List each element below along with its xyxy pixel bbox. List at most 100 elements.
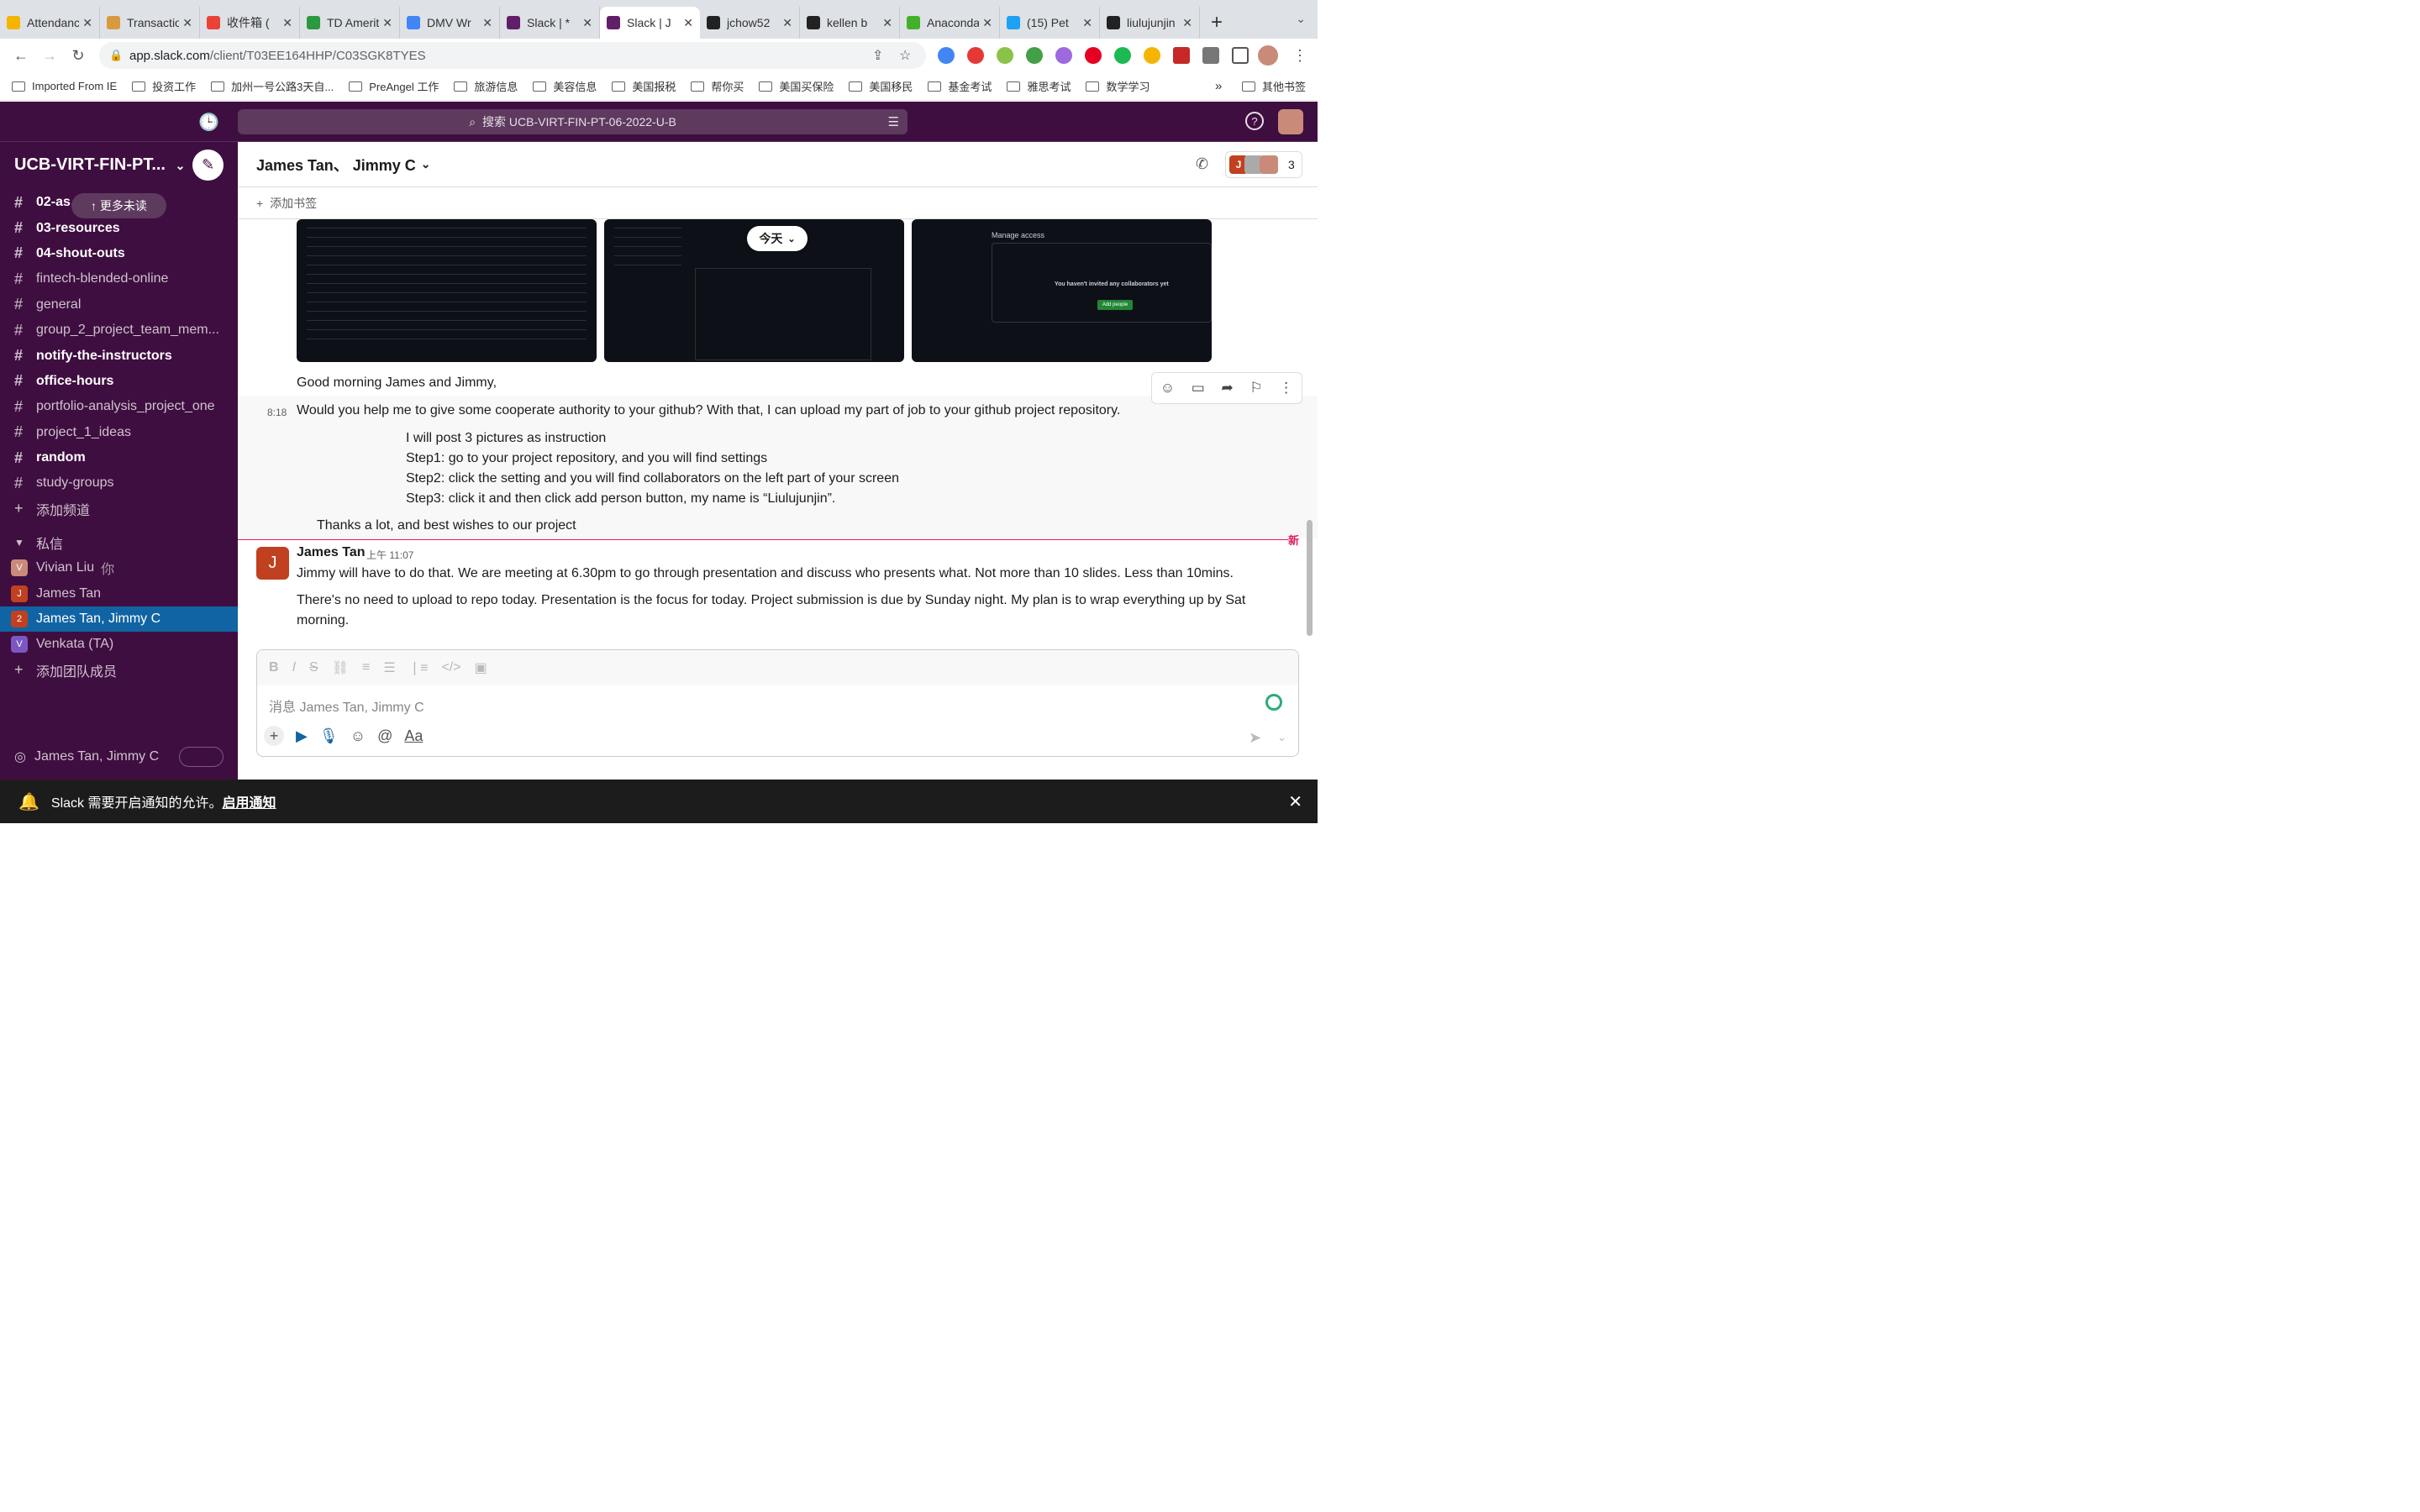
- forward-icon[interactable]: →: [35, 47, 64, 65]
- sidepanel-icon[interactable]: [1232, 47, 1249, 64]
- close-tab-icon[interactable]: ✕: [482, 16, 492, 30]
- bookmark-item[interactable]: 美国报税: [612, 78, 676, 94]
- formatting-icon[interactable]: Aa: [404, 727, 423, 745]
- add-member-button[interactable]: + 添加团队成员: [0, 658, 238, 683]
- extension-icon[interactable]: [1055, 47, 1072, 64]
- filter-icon[interactable]: ☰: [888, 114, 899, 129]
- more-unread-button[interactable]: ↑ 更多未读: [71, 193, 166, 218]
- bookmark-item[interactable]: Imported From IE: [12, 80, 117, 92]
- add-channel-button[interactable]: + 添加频道: [0, 496, 238, 522]
- close-tab-icon[interactable]: ✕: [182, 16, 192, 30]
- browser-tab[interactable]: Slack | J ✕: [600, 7, 700, 39]
- channel-item[interactable]: # general: [0, 292, 238, 318]
- mention-icon[interactable]: @: [377, 727, 392, 745]
- browser-tab[interactable]: TD Ameritrade✕: [300, 7, 400, 39]
- puzzle-icon[interactable]: [1202, 47, 1219, 64]
- phone-icon[interactable]: ✆: [1196, 155, 1208, 173]
- microphone-icon[interactable]: 🎙: [319, 727, 339, 745]
- browser-tab[interactable]: kellen b ✕: [800, 7, 900, 39]
- channel-item[interactable]: # portfolio-analysis_project_one: [0, 394, 238, 419]
- add-bookmark-button[interactable]: + 添加书签: [256, 195, 317, 212]
- send-icon[interactable]: ➤: [1249, 729, 1261, 747]
- message-author[interactable]: James Tan: [297, 545, 366, 560]
- share-message-icon[interactable]: ➦: [1221, 380, 1233, 396]
- dm-section-header[interactable]: ▼ 私信: [0, 530, 238, 555]
- extension-icon[interactable]: [1026, 47, 1043, 64]
- screenshot-image-1[interactable]: [297, 219, 597, 362]
- huddle-toggle[interactable]: [179, 747, 224, 767]
- grammarly-icon[interactable]: [1114, 47, 1131, 64]
- help-icon[interactable]: ?: [1245, 112, 1264, 130]
- add-reaction-icon[interactable]: ☺: [1160, 380, 1175, 396]
- strikethrough-icon[interactable]: S: [309, 660, 318, 675]
- history-icon[interactable]: 🕒: [198, 112, 219, 133]
- bookmark-item[interactable]: 帮你买: [691, 78, 744, 94]
- browser-tab[interactable]: DMV Wr ✕: [400, 7, 500, 39]
- close-tab-icon[interactable]: ✕: [582, 16, 592, 30]
- bookmark-item[interactable]: 美国买保险: [759, 78, 834, 94]
- new-tab-button[interactable]: +: [1200, 7, 1234, 39]
- bookmark-item[interactable]: 加州一号公路3天自...: [211, 78, 334, 94]
- bullet-list-icon[interactable]: ☰: [383, 659, 395, 676]
- dm-item[interactable]: V Venkata (TA): [0, 632, 238, 657]
- bookmark-item[interactable]: 数学学习: [1086, 78, 1150, 94]
- blockquote-icon[interactable]: ❘≡: [409, 659, 429, 676]
- bookmark-item[interactable]: 投资工作: [132, 78, 196, 94]
- close-tab-icon[interactable]: ✕: [982, 16, 992, 30]
- date-divider-today[interactable]: 今天 ⌄: [747, 226, 808, 251]
- more-actions-icon[interactable]: ⋮: [1279, 380, 1293, 396]
- browser-tab[interactable]: 收件箱 (✕: [200, 7, 300, 39]
- bookmark-item[interactable]: 美容信息: [533, 78, 597, 94]
- bold-icon[interactable]: B: [269, 660, 279, 675]
- message-timestamp[interactable]: 上午 11:07: [366, 548, 413, 562]
- browser-tab[interactable]: liulujunjin ✕: [1100, 7, 1200, 39]
- video-clip-icon[interactable]: ▶: [296, 727, 308, 745]
- close-icon[interactable]: ✕: [1288, 791, 1302, 812]
- message-timestamp[interactable]: 8:18: [267, 407, 287, 418]
- bookmarks-more[interactable]: »: [1215, 79, 1222, 93]
- bookmark-item[interactable]: 旅游信息: [454, 78, 518, 94]
- code-block-icon[interactable]: ▣: [475, 659, 487, 676]
- user-avatar[interactable]: [1278, 109, 1303, 134]
- code-icon[interactable]: </>: [441, 660, 460, 675]
- browser-tab[interactable]: Transaction✕: [100, 7, 200, 39]
- close-tab-icon[interactable]: ✕: [782, 16, 792, 30]
- bookmark-item[interactable]: 基金考试: [928, 78, 992, 94]
- link-icon[interactable]: ⛓: [332, 659, 349, 676]
- search-input[interactable]: ⌕ 搜索 UCB-VIRT-FIN-PT-06-2022-U-B ☰: [238, 109, 908, 134]
- extension-icon[interactable]: [1144, 47, 1160, 64]
- address-bar[interactable]: 🔒 app.slack.com/client/T03EE164HHP/C03SG…: [99, 42, 926, 69]
- bookmark-item[interactable]: 美国移民: [849, 78, 913, 94]
- share-icon[interactable]: ⇪: [872, 47, 883, 64]
- channel-item[interactable]: # notify-the-instructors: [0, 343, 238, 368]
- browser-tab[interactable]: Slack | * ✕: [500, 7, 600, 39]
- channel-item[interactable]: # project_1_ideas: [0, 420, 238, 445]
- enable-notifications-link[interactable]: 启用通知: [222, 791, 276, 811]
- pinterest-icon[interactable]: [1085, 47, 1102, 64]
- plus-icon[interactable]: +: [264, 726, 284, 746]
- browser-tab[interactable]: Attendance✕: [0, 7, 100, 39]
- channel-item[interactable]: #03-resources: [0, 215, 238, 240]
- dm-item[interactable]: V Vivian Liu 你: [0, 555, 238, 580]
- compose-icon[interactable]: ✎: [192, 150, 224, 181]
- close-tab-icon[interactable]: ✕: [882, 16, 892, 30]
- profile-avatar[interactable]: [1258, 45, 1278, 66]
- save-bookmark-icon[interactable]: ⚐: [1249, 380, 1262, 396]
- dm-item[interactable]: J James Tan: [0, 580, 238, 606]
- close-tab-icon[interactable]: ✕: [683, 16, 693, 30]
- tab-search-icon[interactable]: ⌄: [1296, 12, 1306, 26]
- acrobat-icon[interactable]: [1173, 47, 1190, 64]
- chevron-down-icon[interactable]: ⌄: [421, 157, 431, 171]
- members-button[interactable]: J 3: [1225, 151, 1302, 178]
- channel-item[interactable]: # office-hours: [0, 369, 238, 394]
- extension-icon[interactable]: [997, 47, 1013, 64]
- channel-item[interactable]: # group_2_project_team_mem...: [0, 318, 238, 343]
- bookmark-other[interactable]: 其他书签: [1242, 78, 1306, 94]
- reload-icon[interactable]: ↻: [64, 47, 92, 65]
- conversation-title[interactable]: James Tan、 Jimmy C: [256, 154, 416, 176]
- close-tab-icon[interactable]: ✕: [1082, 16, 1092, 30]
- adblock-icon[interactable]: [967, 47, 984, 64]
- close-tab-icon[interactable]: ✕: [1182, 16, 1192, 30]
- browser-tab[interactable]: Anaconda ✕: [900, 7, 1000, 39]
- channel-item[interactable]: #04-shout-outs: [0, 241, 238, 266]
